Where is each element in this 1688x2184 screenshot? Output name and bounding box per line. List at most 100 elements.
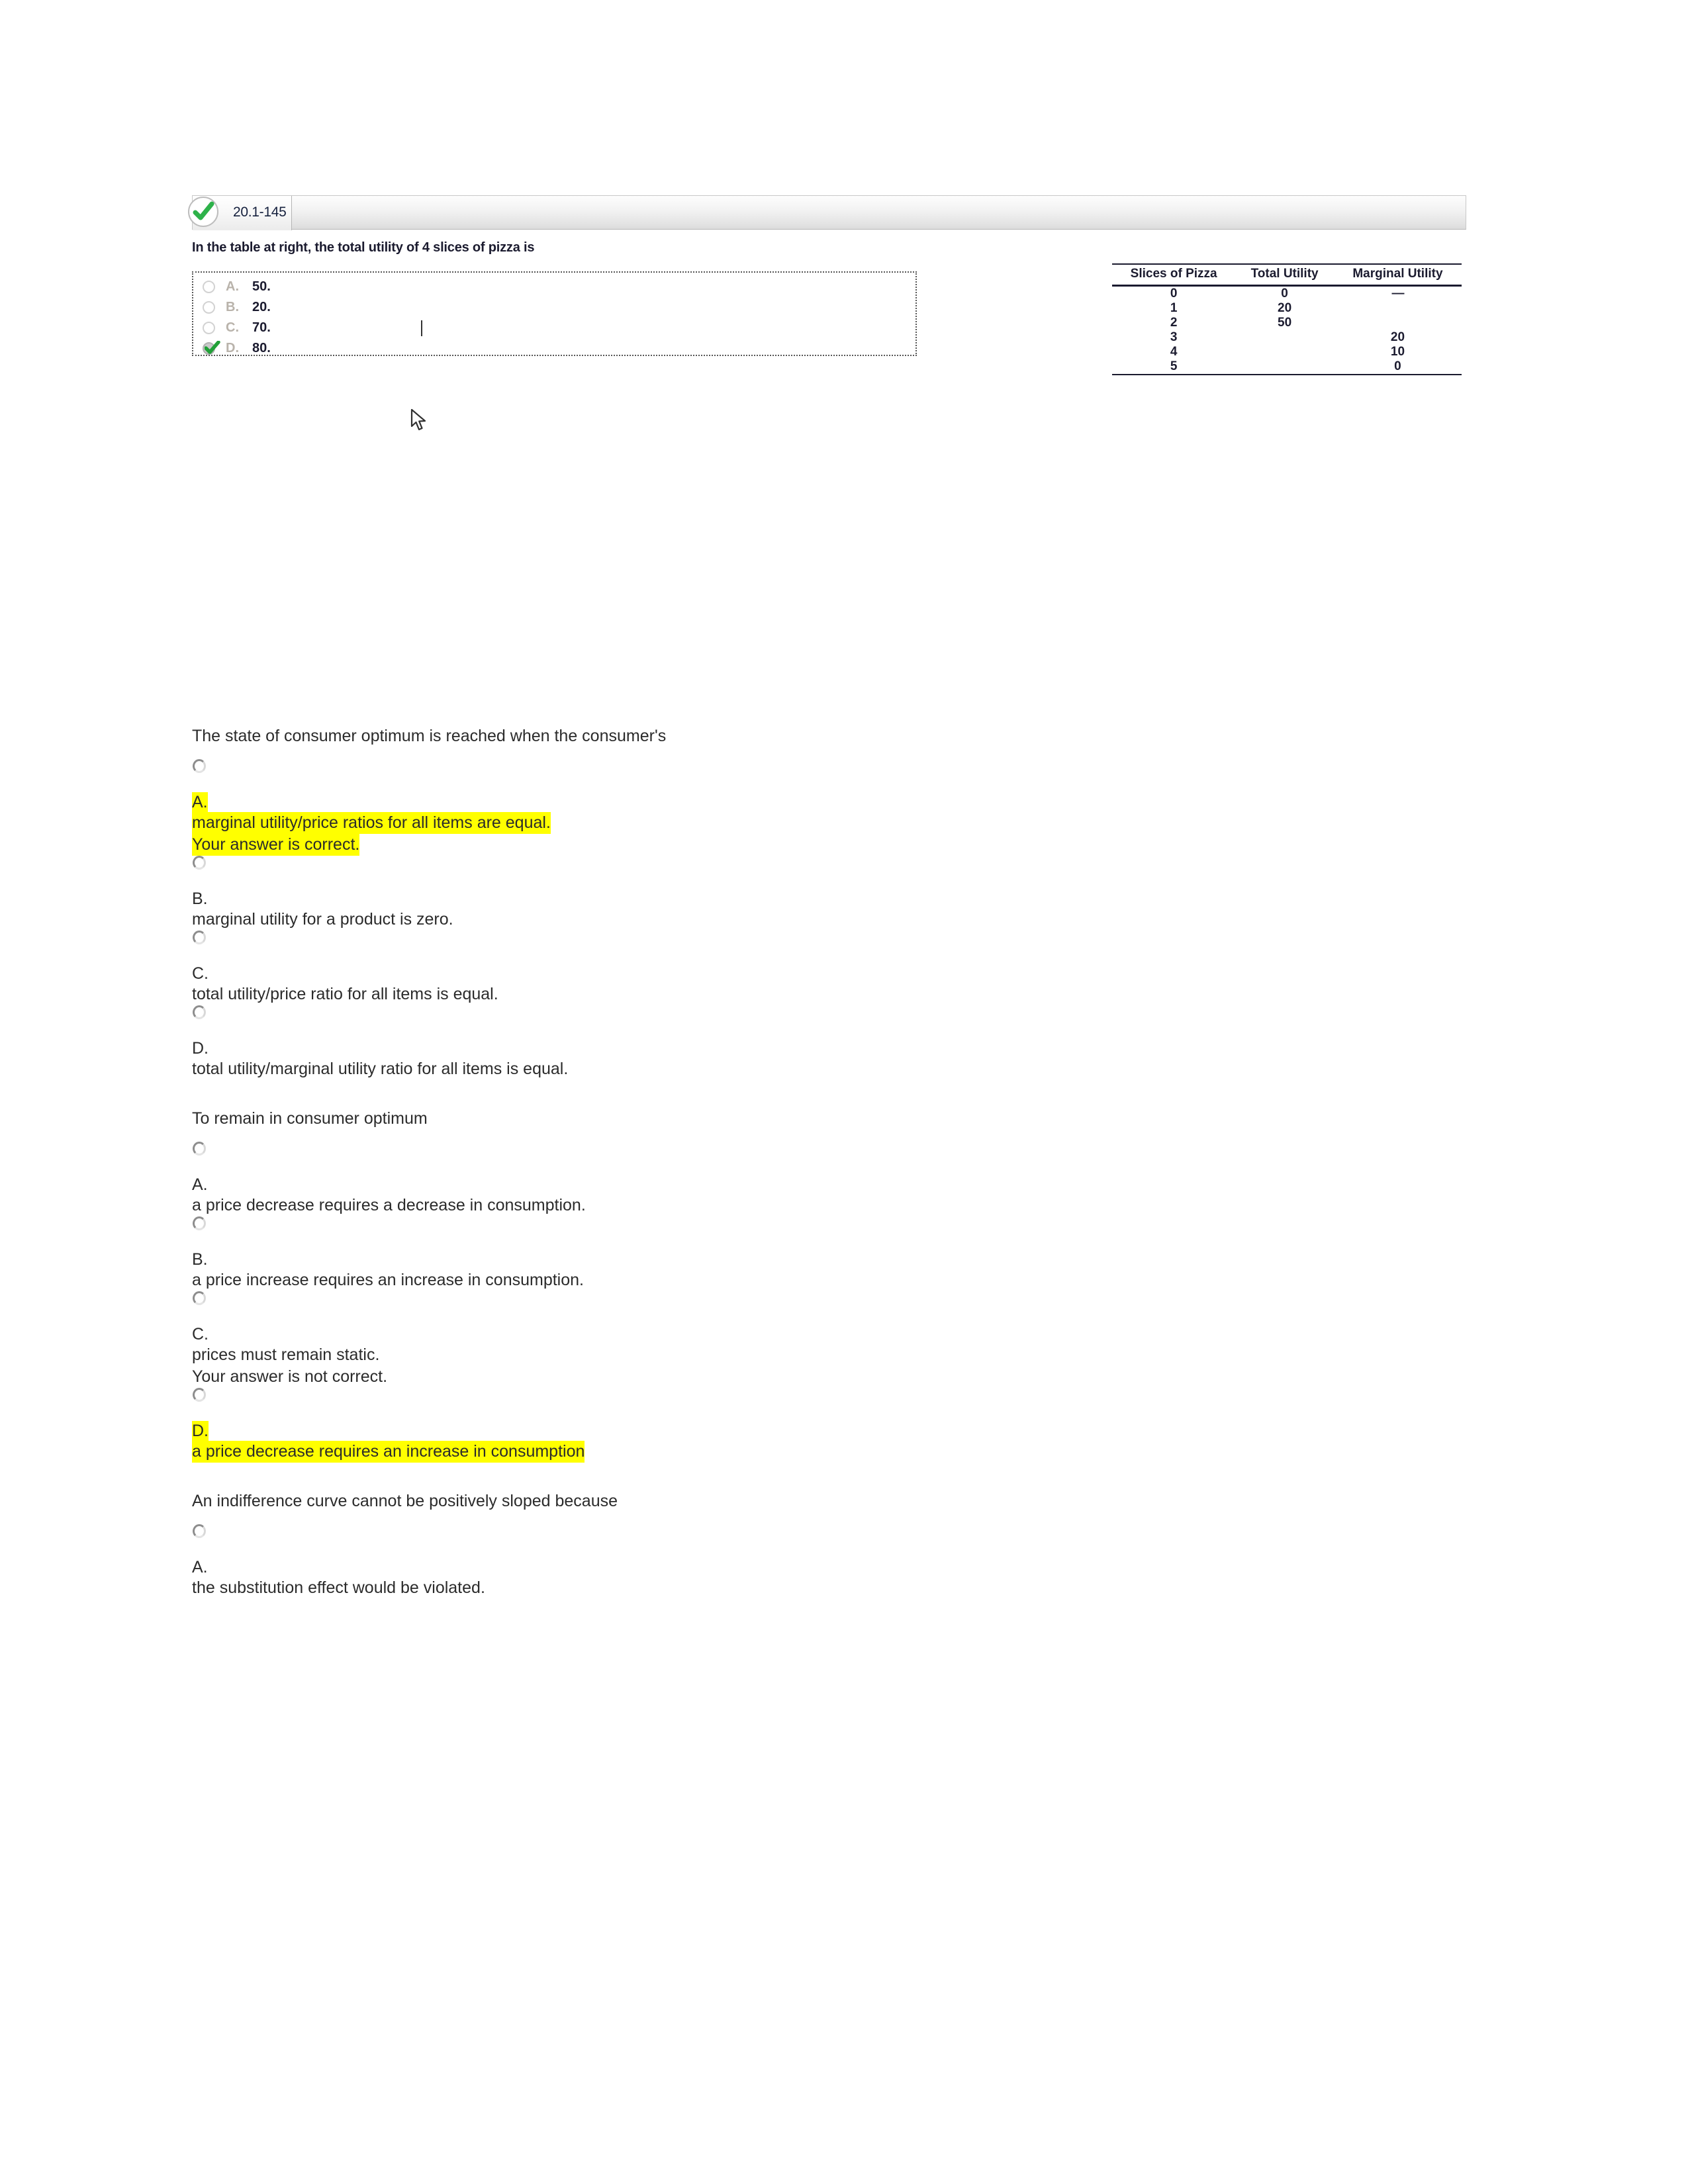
question-1-option-c[interactable]: C. total utility/price ratio for all ite… [192,931,1450,1005]
cell-slices: 4 [1170,345,1178,359]
col-header-slices: Slices of Pizza [1112,263,1236,287]
choice-letter-b: B. [226,300,239,314]
table-row: 0 0 — [1112,286,1462,302]
option-c-note: Your answer is not correct. [192,1367,388,1386]
radio-option-a-icon[interactable] [193,1524,206,1538]
option-a-text: the substitution effect would be violate… [192,1578,485,1597]
choice-value-b: 20. [252,300,271,314]
question-1-option-d[interactable]: D. total utility/marginal utility ratio … [192,1005,1450,1080]
choice-letter-c: C. [226,320,239,335]
cell-total-utility: 50 [1278,316,1292,330]
option-d-letter: D. [192,1039,209,1058]
option-c-text: total utility/price ratio for all items … [192,985,498,1003]
radio-option-b-icon[interactable] [193,1216,206,1230]
cell-slices: 1 [1170,301,1178,315]
radio-c-icon[interactable] [203,322,215,334]
choice-row-b[interactable]: B. 20. [203,297,271,318]
radio-option-c-icon[interactable] [193,1291,206,1305]
page-root: 20.1-145 In the table at right, the tota… [0,0,1688,2184]
option-a-letter: A. [192,792,208,812]
cell-marginal-utility: 10 [1390,345,1405,359]
radio-d-icon-selected[interactable] [203,340,220,355]
table-row: 1 20 [1112,301,1462,316]
cell-marginal-utility [1334,316,1462,330]
question-block-2: To remain in consumer optimum A. a price… [192,1111,1450,1463]
question-3-option-a[interactable]: A. the substitution effect would be viol… [192,1524,1450,1599]
cell-total-utility [1235,330,1334,345]
question-3-stem: An indifference curve cannot be positive… [192,1492,618,1510]
cell-marginal-utility: 20 [1390,330,1405,344]
cell-total-utility: 0 [1281,287,1288,300]
col-header-marginal-utility: Marginal Utility [1333,263,1462,287]
choice-row-c[interactable]: C. 70. [203,318,422,338]
option-c-letter: C. [192,964,209,983]
cell-slices: 0 [1170,287,1178,300]
option-a-note: Your answer is correct. [192,834,360,856]
option-b-letter: B. [192,1250,208,1269]
tab-label: 20.1-145 [233,205,287,220]
option-a-text: a price decrease requires a decrease in … [192,1196,586,1214]
question-2-option-a[interactable]: A. a price decrease requires a decrease … [192,1142,1450,1216]
question-spacer [192,1080,1450,1111]
option-b-letter: B. [192,889,208,908]
radio-option-a-icon[interactable] [193,759,206,773]
cell-marginal-utility: 0 [1333,359,1462,375]
cell-slices: 2 [1170,316,1178,330]
question-1-stem: The state of consumer optimum is reached… [192,727,667,745]
question-1-option-b[interactable]: B. marginal utility for a product is zer… [192,856,1450,931]
check-mark-icon [204,340,220,359]
radio-option-c-icon[interactable] [193,931,206,944]
choice-letter-d: D. [226,341,239,355]
option-d-text: a price decrease requires an increase in… [192,1441,585,1463]
option-a-letter: A. [192,1175,208,1194]
table-row: 2 50 [1112,316,1462,330]
option-c-letter: C. [192,1325,209,1343]
option-b-text: marginal utility for a product is zero. [192,910,453,929]
option-b-text: a price increase requires an increase in… [192,1271,584,1289]
option-c-text: prices must remain static. [192,1345,380,1364]
check-circle-icon [188,197,218,227]
table-header-row: Slices of Pizza Total Utility Marginal U… [1112,263,1462,287]
radio-option-d-icon[interactable] [193,1388,206,1402]
choice-row-a[interactable]: A. 50. [203,277,271,297]
utility-table: Slices of Pizza Total Utility Marginal U… [1112,263,1462,375]
question-2-option-d[interactable]: D. a price decrease requires an increase… [192,1388,1450,1463]
question-tabbar [192,195,1466,230]
document-body: The state of consumer optimum is reached… [192,728,1450,1599]
cell-marginal-utility: — [1391,287,1404,300]
embedded-question-stem: In the table at right, the total utility… [192,240,535,255]
cell-total-utility [1235,345,1334,359]
question-1-option-a[interactable]: A. marginal utility/price ratios for all… [192,759,1450,856]
radio-option-a-icon[interactable] [193,1142,206,1156]
radio-a-icon[interactable] [203,281,215,293]
radio-b-icon[interactable] [203,301,215,314]
option-d-text: total utility/marginal utility ratio for… [192,1060,569,1078]
choice-row-d[interactable]: D. 80. [203,338,271,359]
text-caret [421,320,422,336]
choice-value-c: 70. [252,320,271,335]
question-spacer [192,1463,1450,1493]
choice-value-d: 80. [252,341,271,355]
question-block-1: The state of consumer optimum is reached… [192,728,1450,1080]
cell-slices: 5 [1112,359,1236,375]
choice-letter-a: A. [226,279,239,294]
table-row: 5 0 [1112,359,1462,375]
radio-option-b-icon[interactable] [193,856,206,870]
radio-option-d-icon[interactable] [193,1005,206,1019]
table-row: 3 20 [1112,330,1462,345]
option-a-text: marginal utility/price ratios for all it… [192,812,551,834]
embedded-choices-box: A. 50. B. 20. C. 70. D. 80. [192,271,917,356]
question-2-stem: To remain in consumer optimum [192,1109,428,1128]
cell-total-utility: 20 [1278,301,1292,315]
question-block-3: An indifference curve cannot be positive… [192,1493,1450,1599]
cell-slices: 3 [1170,330,1178,344]
cell-marginal-utility [1334,301,1462,316]
col-header-total-utility: Total Utility [1235,263,1334,287]
question-2-option-b[interactable]: B. a price increase requires an increase… [192,1216,1450,1291]
cell-total-utility [1235,359,1334,375]
choice-value-a: 50. [252,279,271,294]
option-d-letter: D. [192,1421,209,1441]
embedded-app-capture: 20.1-145 In the table at right, the tota… [188,195,1466,431]
question-2-option-c[interactable]: C. prices must remain static. Your answe… [192,1291,1450,1388]
option-a-letter: A. [192,1558,208,1576]
